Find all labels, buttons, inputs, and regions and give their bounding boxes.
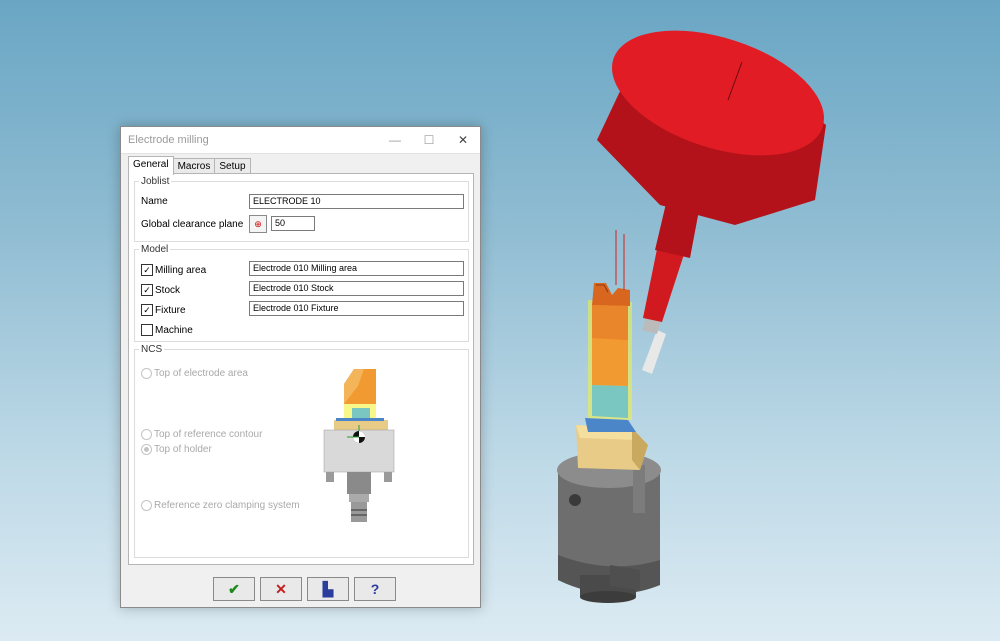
fixture-checkbox[interactable]: ✓ (141, 304, 153, 316)
clearance-label: Global clearance plane (141, 219, 244, 230)
model-legend: Model (141, 244, 169, 255)
milling-area-field[interactable]: Electrode 010 Milling area (249, 261, 464, 276)
name-label: Name (141, 196, 168, 207)
cross-icon: ✕ (275, 580, 287, 597)
clearance-field[interactable]: 50 (271, 216, 315, 231)
help-button[interactable]: ? (354, 577, 396, 601)
ncs-legend: NCS (141, 344, 163, 355)
electrode-column (588, 230, 632, 420)
minimize-button[interactable]: — (378, 133, 412, 147)
save-icon: ▙ (322, 580, 334, 597)
tab-general[interactable]: General (128, 156, 174, 175)
cancel-button[interactable]: ✕ (260, 577, 302, 601)
milling-tool (597, 30, 826, 374)
fixture-label: Fixture (155, 305, 186, 316)
ncs-reference-zero-radio[interactable] (141, 500, 152, 511)
electrode-blue-layer (585, 418, 636, 432)
ncs-top-electrode-label: Top of electrode area (154, 368, 248, 379)
pick-point-icon: ⊕ (254, 219, 262, 229)
milling-area-label: Milling area (155, 265, 207, 276)
save-button[interactable]: ▙ (307, 577, 349, 601)
ncs-top-holder-radio[interactable] (141, 444, 152, 455)
ncs-top-holder-label: Top of holder (154, 444, 212, 455)
machine-label: Machine (155, 325, 193, 336)
ok-button[interactable]: ✔ (213, 577, 255, 601)
ncs-preview-image (323, 369, 395, 522)
machine-checkbox[interactable] (141, 324, 153, 336)
ncs-reference-zero-label: Reference zero clamping system (154, 500, 300, 511)
maximize-button[interactable]: ☐ (412, 133, 446, 147)
stock-checkbox[interactable]: ✓ (141, 284, 153, 296)
stock-label: Stock (155, 285, 181, 296)
ncs-top-reference-label: Top of reference contour (154, 429, 263, 440)
title-bar: Electrode milling — ☐ ✕ (121, 127, 480, 154)
tab-strip: General Macros Setup (128, 156, 251, 175)
milling-area-checkbox[interactable]: ✓ (141, 264, 153, 276)
name-field[interactable]: ELECTRODE 10 (249, 194, 464, 209)
close-button[interactable]: ✕ (446, 133, 480, 147)
help-icon: ? (370, 581, 380, 597)
general-panel: Joblist Name ELECTRODE 10 Global clearan… (128, 173, 474, 565)
fixture-field[interactable]: Electrode 010 Fixture (249, 301, 464, 316)
stock-field[interactable]: Electrode 010 Stock (249, 281, 464, 296)
electrode-milling-dialog: Electrode milling — ☐ ✕ General Macros S… (120, 126, 481, 608)
joblist-group: Joblist (134, 176, 469, 242)
holder-body (557, 452, 661, 603)
window-title: Electrode milling (128, 134, 209, 146)
joblist-legend: Joblist (141, 176, 170, 187)
ncs-top-electrode-radio[interactable] (141, 368, 152, 379)
checkmark-icon: ✔ (228, 580, 240, 597)
button-bar: ✔ ✕ ▙ ? (213, 577, 396, 601)
ncs-top-reference-radio[interactable] (141, 429, 152, 440)
pick-point-button[interactable]: ⊕ (249, 215, 267, 233)
